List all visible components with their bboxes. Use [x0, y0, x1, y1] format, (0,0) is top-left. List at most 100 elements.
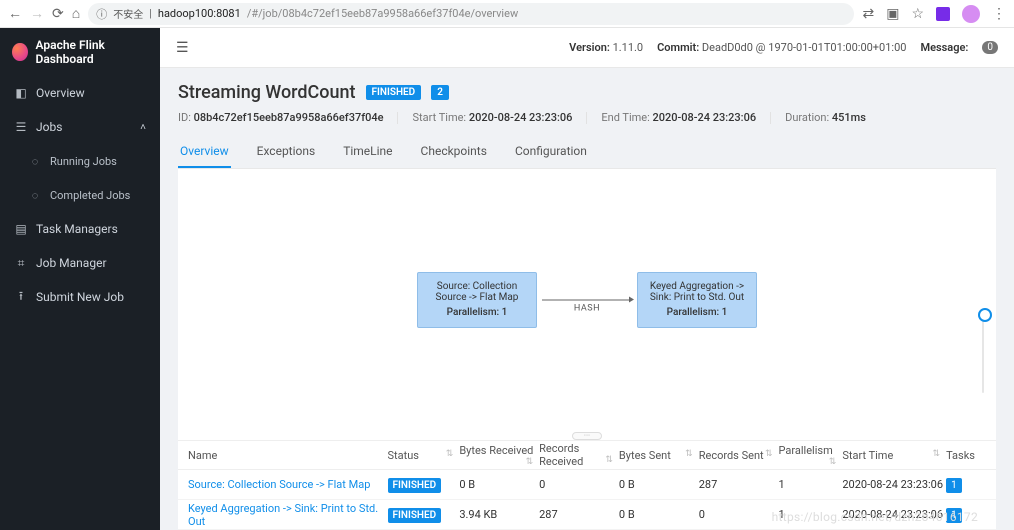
- edge-label: HASH: [574, 303, 600, 313]
- th-parallelism[interactable]: Parallelism⇅: [779, 444, 843, 467]
- tab-exceptions[interactable]: Exceptions: [255, 136, 318, 168]
- job-id: 08b4c72ef15eeb87a9958a66ef37f04e: [194, 111, 384, 124]
- home-icon[interactable]: ⌂: [72, 7, 80, 21]
- row-records-sent: 287: [699, 478, 779, 491]
- url-path: /#/job/08b4c72ef15eeb87a9958a66ef37f04e/…: [247, 7, 518, 20]
- commit-value: DeadD0d0 @ 1970-01-01T01:00:00+01:00: [702, 41, 907, 54]
- row-status: FINISHED: [388, 508, 442, 523]
- profile-avatar-icon[interactable]: [962, 5, 980, 23]
- topbar: ☰ Version: 1.11.0 Commit: DeadD0d0 @ 197…: [160, 28, 1014, 68]
- forward-icon[interactable]: →: [30, 7, 44, 21]
- sidebar-item-jobs[interactable]: ☰ Jobs ˄: [0, 110, 160, 144]
- info-icon: ⓘ: [96, 6, 107, 22]
- row-name[interactable]: Source: Collection Source -> Flat Map: [188, 478, 388, 491]
- star-icon[interactable]: ☆: [911, 7, 924, 21]
- qr-icon[interactable]: ▣: [886, 7, 899, 21]
- reload-icon[interactable]: ⟳: [52, 7, 64, 21]
- menu-icon[interactable]: ⋮: [992, 7, 1006, 21]
- th-tasks[interactable]: Tasks: [946, 449, 986, 462]
- back-icon[interactable]: ←: [8, 7, 22, 21]
- commit-label: Commit:: [657, 41, 699, 54]
- sort-icon: ⇅: [933, 449, 941, 459]
- check-circle-icon: ◌: [28, 188, 42, 202]
- job-graph[interactable]: Source: Collection Source -> Flat Map Pa…: [178, 169, 996, 430]
- row-name[interactable]: Keyed Aggregation -> Sink: Print to Std.…: [188, 502, 388, 528]
- zoom-slider[interactable]: [982, 313, 984, 393]
- extension-purple-icon[interactable]: [936, 7, 950, 21]
- chip-icon: ⌗: [14, 256, 28, 270]
- translate-icon[interactable]: ⇄: [862, 7, 874, 21]
- tab-checkpoints[interactable]: Checkpoints: [419, 136, 489, 168]
- content: Streaming WordCount FINISHED 2 ID: 08b4c…: [160, 68, 1014, 530]
- sidebar: Apache Flink Dashboard ◧ Overview ☰ Jobs…: [0, 28, 160, 530]
- th-bytes-received[interactable]: Bytes Received⇅: [459, 444, 539, 467]
- url-separator: |: [149, 7, 152, 20]
- sidebar-item-running-jobs[interactable]: ◌ Running Jobs: [0, 144, 160, 178]
- start-label: Start Time:: [412, 111, 466, 124]
- server-icon: ▤: [14, 222, 28, 236]
- row-bytes-received: 0 B: [459, 478, 539, 491]
- duration-label: Duration:: [785, 111, 829, 124]
- collapse-sidebar-icon[interactable]: ☰: [176, 40, 189, 56]
- th-bytes-sent[interactable]: Bytes Sent⇅: [619, 449, 699, 462]
- job-title: Streaming WordCount: [178, 82, 356, 103]
- th-name[interactable]: Name: [188, 449, 388, 462]
- flink-logo-icon: [12, 43, 28, 61]
- sort-icon: ⇅: [526, 457, 534, 467]
- graph-edge: HASH: [542, 299, 632, 300]
- job-task-count-badge: 2: [431, 85, 449, 100]
- sidebar-item-completed-jobs[interactable]: ◌ Completed Jobs: [0, 178, 160, 212]
- row-bytes-sent: 0 B: [619, 478, 699, 491]
- tab-configuration[interactable]: Configuration: [513, 136, 589, 168]
- sidebar-item-task-managers[interactable]: ▤ Task Managers: [0, 212, 160, 246]
- sort-icon: ⇅: [685, 449, 693, 459]
- insecure-label: 不安全: [113, 6, 143, 21]
- row-status: FINISHED: [388, 478, 442, 493]
- sidebar-item-job-manager[interactable]: ⌗ Job Manager: [0, 246, 160, 280]
- upload-icon: ⭱: [14, 290, 28, 304]
- watermark: https://blog.csdn.net/dzh284616172: [772, 510, 978, 524]
- graph-node-sink[interactable]: Keyed Aggregation -> Sink: Print to Std.…: [637, 272, 757, 328]
- sidebar-item-submit[interactable]: ⭱ Submit New Job: [0, 280, 160, 314]
- th-status[interactable]: Status⇅: [388, 449, 460, 462]
- title-row: Streaming WordCount FINISHED 2: [178, 82, 996, 103]
- job-end: 2020-08-24 23:23:06: [653, 111, 757, 124]
- job-duration: 451ms: [832, 111, 866, 124]
- sidebar-label-submit: Submit New Job: [36, 290, 124, 304]
- address-bar[interactable]: ⓘ 不安全 | hadoop100:8081 /#/job/08b4c72ef1…: [88, 3, 854, 25]
- row-bytes-received: 3.94 KB: [459, 508, 539, 521]
- row-parallelism: 1: [779, 478, 843, 491]
- th-start-time[interactable]: Start Time⇅: [842, 449, 946, 462]
- sidebar-label-completed-jobs: Completed Jobs: [50, 189, 130, 202]
- message-label: Message:: [920, 41, 968, 54]
- job-status-badge: FINISHED: [366, 85, 422, 100]
- tab-overview[interactable]: Overview: [178, 136, 231, 168]
- table-row[interactable]: Source: Collection Source -> Flat Map FI…: [178, 470, 996, 500]
- th-records-sent[interactable]: Records Sent⇅: [699, 449, 779, 462]
- panel-resize-handle[interactable]: ···: [572, 432, 602, 440]
- chevron-up-icon: ˄: [140, 122, 146, 133]
- top-meta: Version: 1.11.0 Commit: DeadD0d0 @ 1970-…: [569, 41, 998, 54]
- node-parallelism: Parallelism: 1: [426, 307, 528, 318]
- message-count-badge[interactable]: 0: [982, 41, 998, 54]
- th-records-received[interactable]: Records Received⇅: [539, 442, 619, 468]
- row-records-received: 287: [539, 508, 619, 521]
- row-start-time: 2020-08-24 23:23:06: [842, 478, 946, 491]
- end-label: End Time:: [601, 111, 649, 124]
- list-icon: ☰: [14, 120, 28, 134]
- sidebar-item-overview[interactable]: ◧ Overview: [0, 76, 160, 110]
- version-value: 1.11.0: [613, 41, 644, 54]
- sort-icon: ⇅: [765, 449, 773, 459]
- sidebar-label-task-managers: Task Managers: [36, 222, 118, 236]
- row-bytes-sent: 0 B: [619, 508, 699, 521]
- graph-node-source[interactable]: Source: Collection Source -> Flat Map Pa…: [417, 272, 537, 328]
- sidebar-label-overview: Overview: [36, 86, 85, 100]
- arrow-right-icon: [629, 296, 634, 302]
- browser-actions: ⇄ ▣ ☆ ⋮: [862, 5, 1006, 23]
- brand-label: Apache Flink Dashboard: [36, 38, 148, 66]
- tab-timeline[interactable]: TimeLine: [341, 136, 394, 168]
- row-tasks: 1: [946, 478, 962, 493]
- sort-icon: ⇅: [605, 455, 613, 465]
- sidebar-label-running-jobs: Running Jobs: [50, 155, 117, 168]
- node-parallelism: Parallelism: 1: [646, 307, 748, 318]
